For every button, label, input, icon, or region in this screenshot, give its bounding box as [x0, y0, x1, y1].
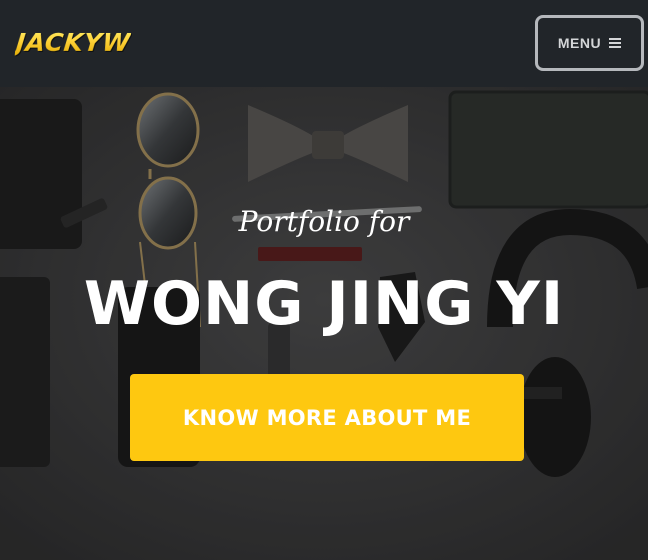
menu-label: MENU: [557, 35, 602, 51]
know-more-button[interactable]: KNOW MORE ABOUT ME: [130, 374, 524, 461]
menu-button[interactable]: MENU: [535, 15, 644, 71]
brand-logo[interactable]: JACKYW: [14, 28, 132, 58]
hero-subheading: Portfolio for: [238, 205, 410, 238]
hero-section: Portfolio for WONG JING YI KNOW MORE ABO…: [0, 87, 648, 560]
hamburger-icon: [609, 38, 622, 48]
navbar: JACKYW MENU: [0, 0, 648, 87]
hero-heading: WONG JING YI: [83, 269, 565, 339]
